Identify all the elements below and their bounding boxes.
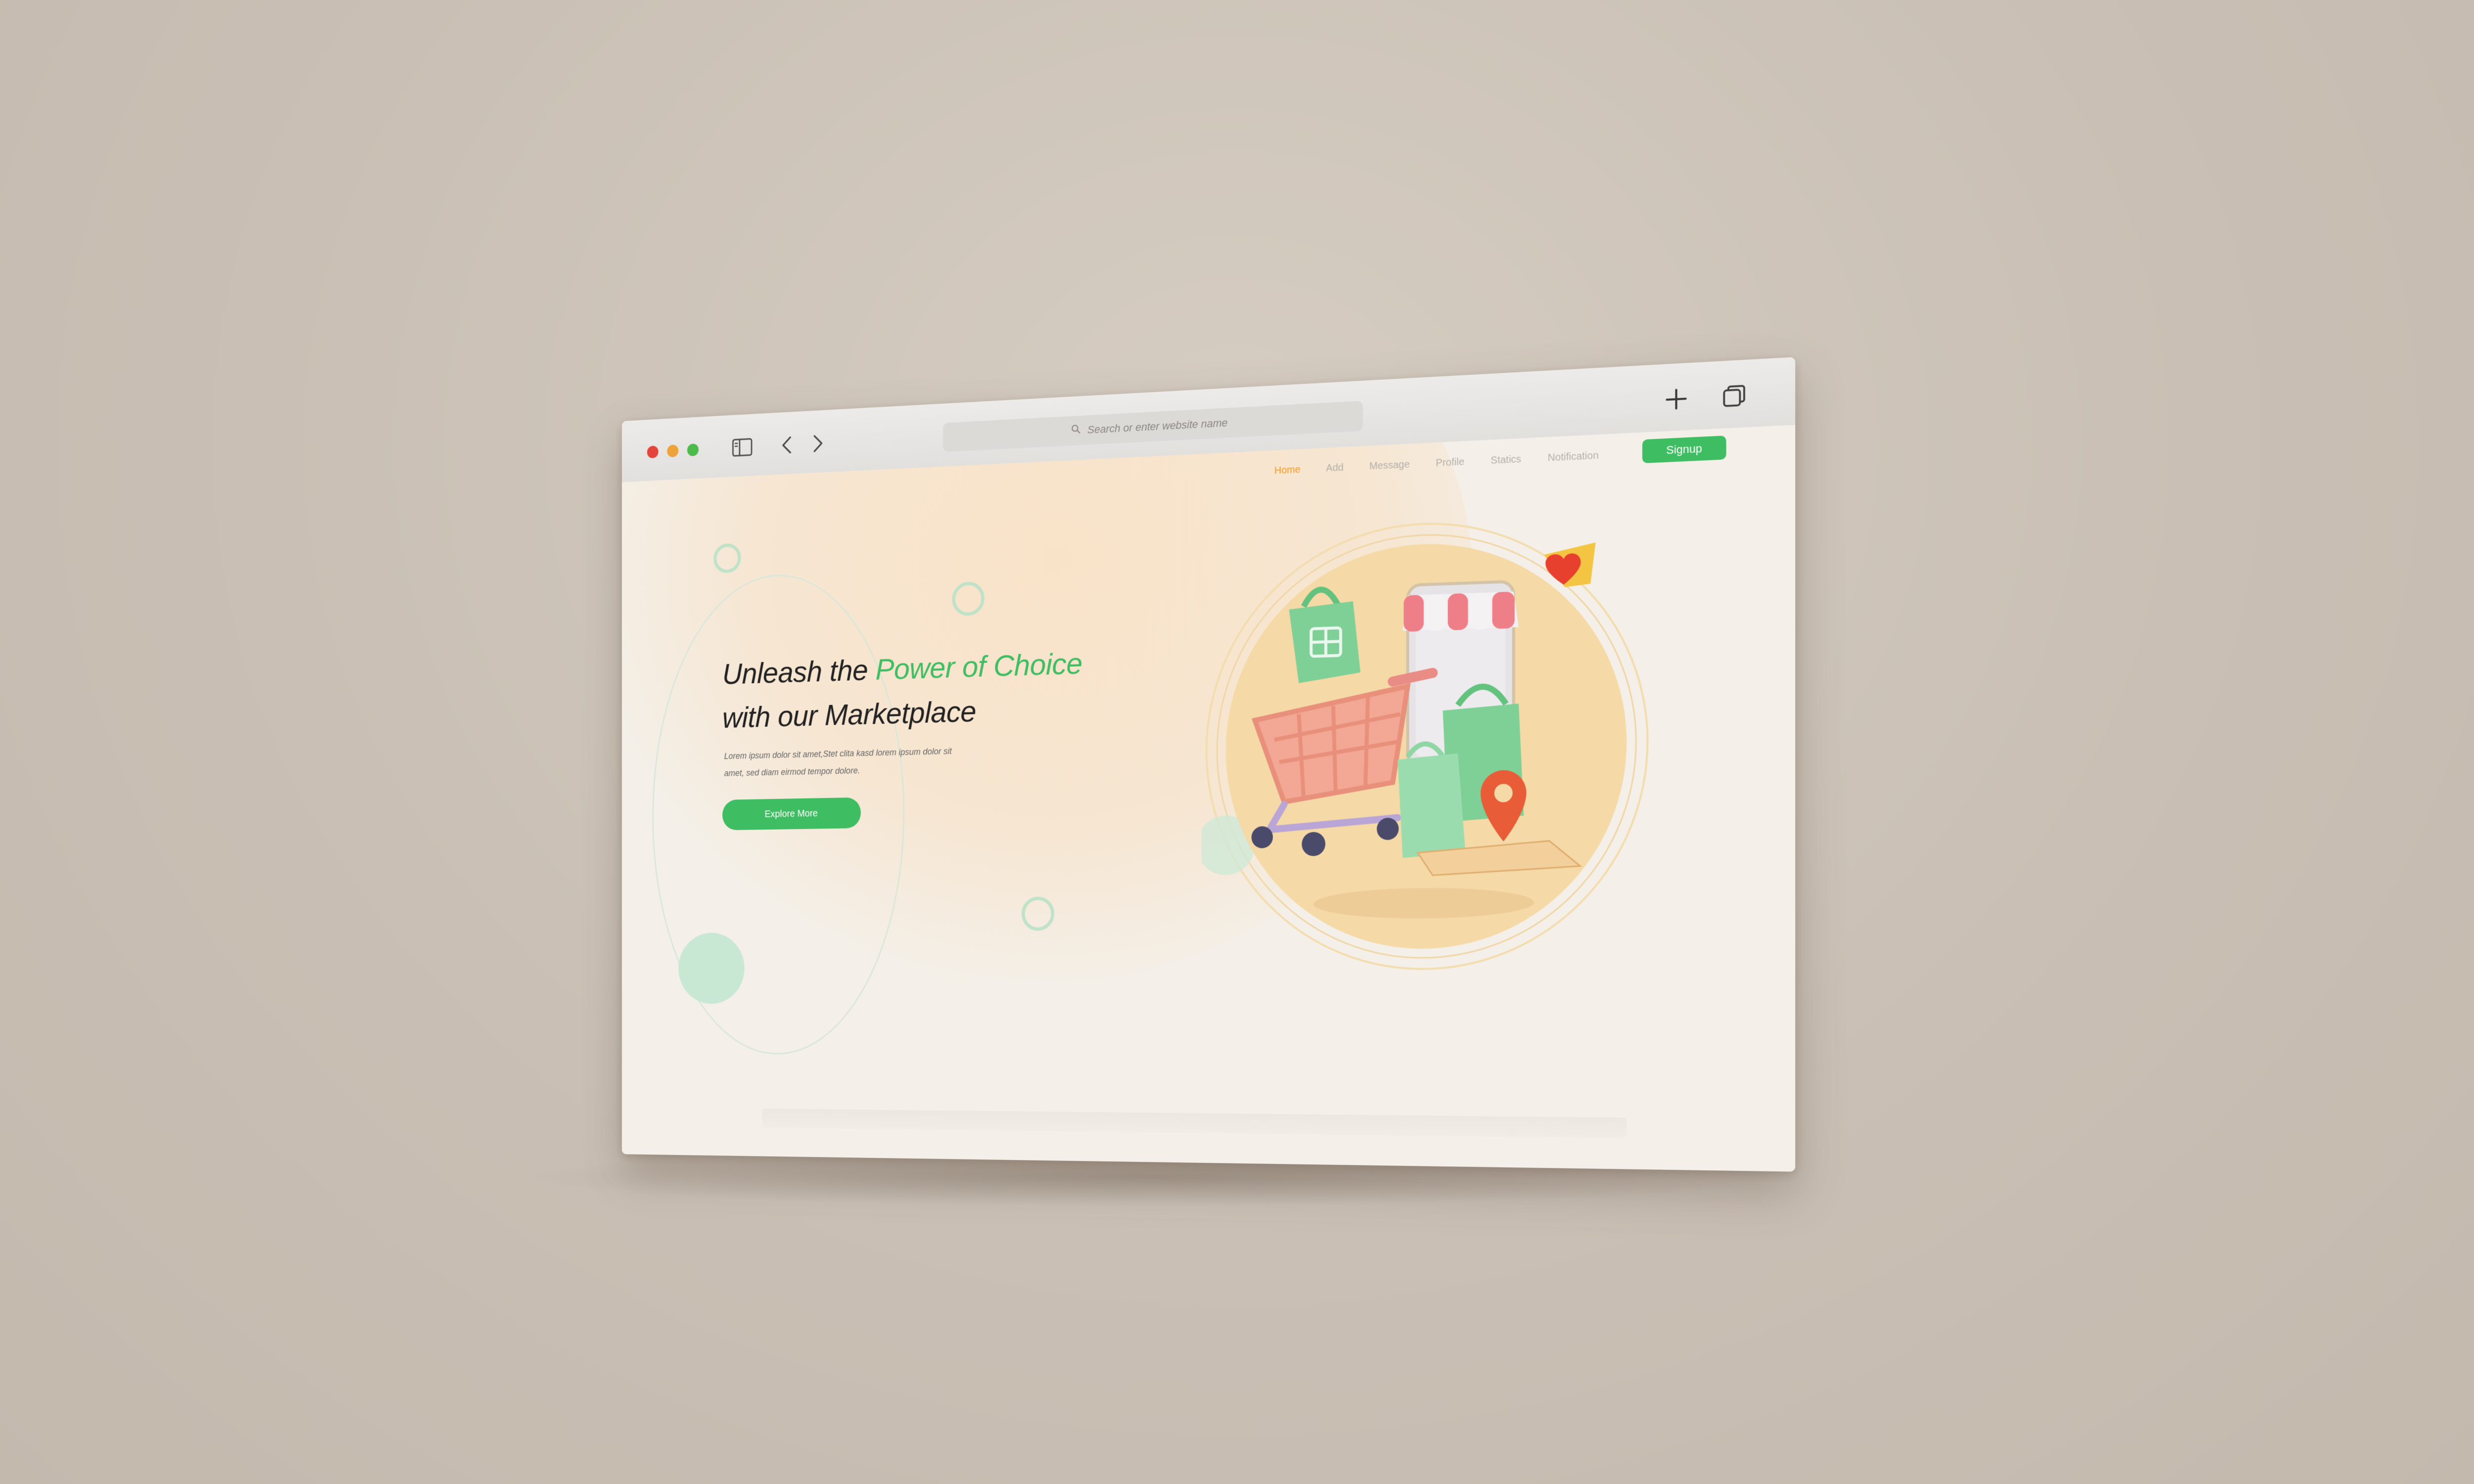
stage: Search or enter website name Home Add Me… <box>0 0 2474 1484</box>
nav-item-notification[interactable]: Notification <box>1548 450 1599 464</box>
address-bar-placeholder: Search or enter website name <box>1087 416 1228 436</box>
heart-icon <box>1544 542 1596 588</box>
nav-item-add[interactable]: Add <box>1326 462 1343 474</box>
nav-item-profile[interactable]: Profile <box>1436 456 1465 469</box>
web-page: Home Add Message Profile Statics Notific… <box>621 424 1796 1172</box>
hero-title-accent: Power of Choice <box>875 647 1083 687</box>
address-bar[interactable]: Search or enter website name <box>943 401 1363 452</box>
nav-item-statics[interactable]: Statics <box>1491 454 1522 467</box>
minimize-window-button[interactable] <box>667 444 679 458</box>
nav-item-home[interactable]: Home <box>1275 464 1301 477</box>
chevron-left-icon[interactable] <box>775 432 798 458</box>
close-window-button[interactable] <box>647 445 659 459</box>
nav-item-message[interactable]: Message <box>1369 459 1410 472</box>
chevron-right-icon[interactable] <box>807 431 829 456</box>
browser-window: Search or enter website name Home Add Me… <box>621 357 1796 1172</box>
decorative-bubble <box>678 932 745 1004</box>
plus-icon[interactable] <box>1663 385 1689 413</box>
search-icon <box>1071 424 1081 437</box>
sidebar-toggle-icon[interactable] <box>731 435 754 460</box>
page-bottom-strip <box>762 1109 1627 1139</box>
hero-illustration <box>1196 510 1653 974</box>
maximize-window-button[interactable] <box>687 443 699 457</box>
hero-description: Lorem ipsum dolor sit amet,Stet clita ka… <box>724 740 1042 782</box>
decorative-ring <box>1021 896 1054 931</box>
tabs-icon[interactable] <box>1721 382 1747 410</box>
signup-button[interactable]: Signup <box>1642 435 1726 464</box>
explore-more-button[interactable]: Explore More <box>722 797 861 831</box>
hero-title-part1: Unleash the <box>722 653 876 691</box>
hero-title: Unleash the Power of Choice with our Mar… <box>722 641 1082 740</box>
